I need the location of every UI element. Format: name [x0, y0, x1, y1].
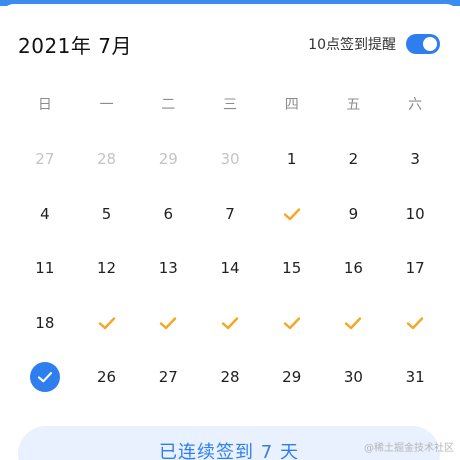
reminder-setting: 10点签到提醒 — [308, 34, 440, 54]
checkmark-icon — [283, 316, 301, 330]
weekday-label: 四 — [284, 97, 299, 113]
day-cell[interactable]: 2 — [323, 132, 385, 187]
watermark: @稀土掘金技术社区 — [364, 443, 454, 454]
day-cell[interactable]: 15 — [261, 241, 323, 296]
day-cell-other-month[interactable]: 30 — [199, 132, 261, 187]
day-cell[interactable]: 11 — [14, 241, 76, 296]
day-cell-checked[interactable] — [199, 296, 261, 351]
day-cell-other-month[interactable]: 27 — [14, 132, 76, 187]
day-number: 7 — [225, 204, 235, 223]
day-cell-checked[interactable] — [76, 296, 138, 351]
day-cell[interactable]: 17 — [384, 241, 446, 296]
checkmark-icon — [283, 207, 301, 221]
day-cell-checked[interactable] — [384, 296, 446, 351]
day-number: 4 — [40, 204, 50, 223]
day-cell[interactable]: 14 — [199, 241, 261, 296]
day-number: 28 — [97, 150, 117, 169]
day-number: 28 — [220, 368, 240, 387]
day-number: 29 — [282, 368, 302, 387]
day-cell[interactable]: 26 — [76, 350, 138, 405]
weekday-label: 三 — [222, 97, 237, 113]
day-number: 12 — [97, 259, 117, 278]
day-cell[interactable]: 16 — [323, 241, 385, 296]
day-cell[interactable]: 3 — [384, 132, 446, 187]
day-cell[interactable]: 4 — [14, 187, 76, 242]
day-number: 31 — [405, 368, 425, 387]
day-number: 3 — [410, 150, 420, 169]
day-cell[interactable]: 18 — [14, 296, 76, 351]
day-number: 18 — [35, 313, 55, 332]
toggle-knob — [423, 37, 437, 51]
checkmark-icon — [159, 316, 177, 330]
day-number: 9 — [348, 204, 359, 223]
day-number: 14 — [220, 259, 240, 278]
day-cell-checked[interactable] — [323, 296, 385, 351]
day-cell-checked[interactable] — [137, 296, 199, 351]
weekday-label: 日 — [37, 97, 52, 113]
checkmark-icon — [221, 316, 239, 330]
day-number: 11 — [35, 259, 55, 278]
day-number: 27 — [158, 368, 178, 387]
reminder-label: 10点签到提醒 — [308, 37, 396, 53]
day-cell[interactable]: 13 — [137, 241, 199, 296]
day-cell[interactable]: 5 — [76, 187, 138, 242]
checkmark-icon — [344, 316, 362, 330]
weekday-header: 日一二三四五六 — [14, 94, 446, 114]
day-number: 10 — [405, 204, 425, 223]
day-cell[interactable]: 27 — [137, 350, 199, 405]
day-cell[interactable]: 10 — [384, 187, 446, 242]
day-cell[interactable]: 31 — [384, 350, 446, 405]
day-cell[interactable]: 12 — [76, 241, 138, 296]
day-cell[interactable]: 9 — [323, 187, 385, 242]
calendar-sheet: 2021年 7月 10点签到提醒 日一二三四五六 27 28 29 30 1 2 3 4 5 6 7… — [0, 4, 460, 460]
day-cell[interactable]: 7 — [199, 187, 261, 242]
checkmark-icon — [98, 316, 116, 330]
weekday-label: 一 — [99, 97, 114, 113]
day-cell-today[interactable] — [14, 350, 76, 405]
calendar-grid: 27 28 29 30 1 2 3 4 5 6 7 9 10 11 12 13 14 15 16 17 18 26 27 28… — [14, 132, 446, 405]
day-number: 15 — [282, 259, 302, 278]
day-number: 30 — [343, 368, 363, 387]
day-number: 26 — [97, 368, 117, 387]
check-in-calendar-screen: 2021年 7月 10点签到提醒 日一二三四五六 27 28 29 30 1 2 3 4 5 6 7… — [0, 0, 460, 460]
day-number: 27 — [35, 150, 55, 169]
day-cell-checked[interactable] — [261, 187, 323, 242]
day-number: 17 — [405, 259, 425, 278]
day-number: 16 — [343, 259, 363, 278]
day-cell[interactable]: 30 — [323, 350, 385, 405]
day-cell-other-month[interactable]: 29 — [137, 132, 199, 187]
day-number: 5 — [101, 204, 112, 223]
day-number: 29 — [158, 150, 178, 169]
day-number: 2 — [348, 150, 359, 169]
day-number: 13 — [158, 259, 178, 278]
day-cell[interactable]: 28 — [199, 350, 261, 405]
day-cell[interactable]: 29 — [261, 350, 323, 405]
weekday-label: 五 — [346, 97, 361, 113]
day-number: 1 — [286, 150, 297, 169]
checkmark-icon — [406, 316, 424, 330]
month-title: 2021年 7月 — [18, 34, 132, 58]
day-number: 6 — [163, 204, 174, 223]
day-cell-other-month[interactable]: 28 — [76, 132, 138, 187]
day-cell[interactable]: 6 — [137, 187, 199, 242]
checkmark-circle-icon — [29, 362, 60, 393]
weekday-label: 二 — [161, 97, 176, 113]
reminder-toggle[interactable] — [406, 34, 440, 54]
weekday-label: 六 — [408, 97, 423, 113]
day-cell[interactable]: 1 — [261, 132, 323, 187]
day-number: 30 — [220, 150, 240, 169]
day-cell-checked[interactable] — [261, 296, 323, 351]
